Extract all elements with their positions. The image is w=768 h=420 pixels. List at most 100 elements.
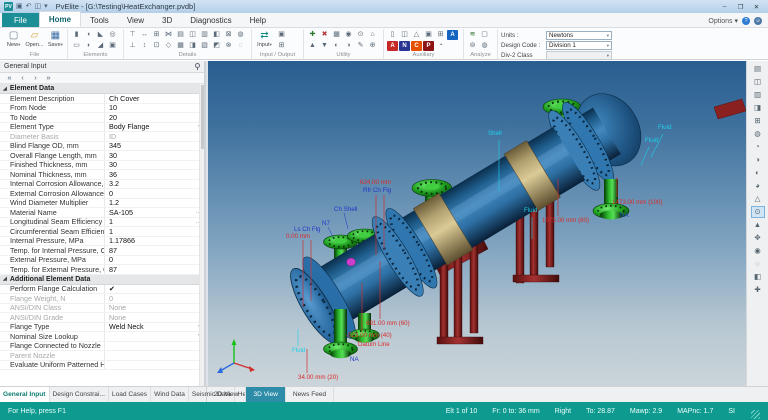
- delete-element-icon[interactable]: ✖: [319, 30, 330, 40]
- tab-tools[interactable]: Tools: [81, 13, 118, 27]
- property-row[interactable]: Parent Nozzle: [0, 351, 204, 361]
- liquid-detail-icon[interactable]: ⊗: [223, 41, 234, 51]
- lug-icon[interactable]: ▤: [175, 30, 186, 40]
- property-row[interactable]: Nominal Size Lookup ▾: [0, 332, 204, 342]
- insulation-detail-icon[interactable]: ◍: [235, 30, 246, 40]
- leg-icon[interactable]: ◫: [187, 30, 198, 40]
- stress-tool-icon[interactable]: △: [411, 30, 422, 40]
- zoom-utility-icon[interactable]: ◉: [343, 30, 354, 40]
- div2-class-select[interactable]: ▾: [546, 51, 612, 60]
- iso-view-icon[interactable]: ◔: [751, 141, 765, 153]
- tab-help[interactable]: Help: [241, 13, 275, 27]
- tab-load-cases[interactable]: Load Cases: [109, 387, 151, 402]
- property-row[interactable]: Material Name SA-105…: [0, 208, 204, 218]
- viewer-icon[interactable]: ◔: [435, 41, 446, 51]
- property-row[interactable]: Flange Weight, N 0: [0, 294, 204, 304]
- lining-icon[interactable]: ⊥: [127, 41, 138, 51]
- right-view-icon[interactable]: ◨: [751, 102, 765, 114]
- output-grid-icon[interactable]: ⊞: [276, 41, 287, 51]
- property-row[interactable]: To Node 20: [0, 113, 204, 123]
- analyze-run-icon[interactable]: ≋: [467, 30, 478, 40]
- nozzle-pro-icon[interactable]: N: [399, 41, 410, 51]
- box-element-icon[interactable]: ▭: [71, 41, 82, 51]
- tab-3d[interactable]: 3D: [153, 13, 181, 27]
- property-row[interactable]: Temp. for External Pressure, C 87: [0, 265, 204, 275]
- report-icon[interactable]: ▢: [479, 30, 490, 40]
- property-row[interactable]: Evaluate Uniform Patterned Holes?: [0, 361, 204, 371]
- move-up-icon[interactable]: ▲: [307, 41, 318, 51]
- rotate-left-icon[interactable]: ◐: [331, 41, 342, 51]
- property-row[interactable]: Internal Pressure, MPa 1.17866: [0, 237, 204, 247]
- property-row[interactable]: Element Type Body Flange▾: [0, 123, 204, 133]
- calculator-icon[interactable]: ◫: [399, 30, 410, 40]
- tray-icon[interactable]: ▥: [199, 30, 210, 40]
- datasheet-icon[interactable]: ▯: [387, 30, 398, 40]
- options-menu[interactable]: Options ▾: [708, 17, 738, 25]
- left-view-icon[interactable]: ▥: [751, 89, 765, 101]
- section-element-data[interactable]: ◢ Element Data: [0, 84, 204, 94]
- tailing-lug-icon[interactable]: ◨: [187, 41, 198, 51]
- panel-scrollbar[interactable]: [199, 84, 204, 387]
- tab-view[interactable]: View: [118, 13, 153, 27]
- autocad-export-icon[interactable]: A: [387, 41, 398, 51]
- cylinder-element-icon[interactable]: ▮: [71, 30, 82, 40]
- close-button[interactable]: ✕: [749, 1, 764, 12]
- rotate-view-icon[interactable]: ◐: [751, 167, 765, 179]
- design-code-select[interactable]: Division 1▾: [546, 41, 612, 50]
- tab-diagnostics[interactable]: Diagnostics: [181, 13, 240, 27]
- bottom-view-icon[interactable]: ◍: [751, 128, 765, 140]
- quick-undo-icon[interactable]: ↶: [26, 2, 32, 11]
- zoom-in-icon[interactable]: △: [751, 193, 765, 205]
- property-row[interactable]: ANSI/DIN Class None: [0, 304, 204, 314]
- property-row[interactable]: Flange Type Weld Neck▾: [0, 323, 204, 333]
- help-icon[interactable]: ?: [742, 17, 750, 25]
- error-check-icon[interactable]: ⊚: [467, 41, 478, 51]
- clip-icon[interactable]: ◇: [163, 41, 174, 51]
- flat-head-icon[interactable]: ▣: [107, 41, 118, 51]
- tab-home[interactable]: Home: [39, 11, 81, 27]
- platform-icon[interactable]: ⊞: [151, 30, 162, 40]
- spin-view-icon[interactable]: ◕: [751, 180, 765, 192]
- prev-element-icon[interactable]: ‹: [18, 73, 27, 83]
- quick-new-icon[interactable]: ▣: [16, 2, 23, 11]
- body-flange-element-icon[interactable]: ◎: [107, 30, 118, 40]
- property-row[interactable]: Longitudinal Seam Efficiency 1…: [0, 218, 204, 228]
- pan-view-icon[interactable]: ✥: [751, 232, 765, 244]
- property-row[interactable]: Circumferential Seam Efficiency 1: [0, 227, 204, 237]
- review-results-icon[interactable]: ◍: [479, 41, 490, 51]
- notes-icon[interactable]: ▣: [423, 30, 434, 40]
- zoom-fit-icon[interactable]: ⊙: [751, 206, 765, 218]
- home-view-icon[interactable]: ⌂: [367, 30, 378, 40]
- elliptical-head-icon[interactable]: ◖: [83, 30, 94, 40]
- stiffener-ring-icon[interactable]: ⊤: [127, 30, 138, 40]
- basering-icon[interactable]: ▦: [175, 41, 186, 51]
- force-icon[interactable]: ↕: [139, 41, 150, 51]
- tab-design-constraints[interactable]: Design Constrai...: [50, 387, 109, 402]
- codecalc-aux-icon[interactable]: C: [411, 41, 422, 51]
- tab-3d-view[interactable]: 3D View: [246, 387, 285, 402]
- tab-2d-view[interactable]: 2D View: [207, 387, 246, 402]
- conical-section-icon[interactable]: ◣: [95, 30, 106, 40]
- 3d-viewport[interactable]: 624.00 mm Rfr Ch Flg Ch Shell N7 Ls Ch F…: [208, 61, 746, 387]
- save-button[interactable]: ▦ Save▾: [47, 30, 64, 48]
- top-view-icon[interactable]: ⊞: [751, 115, 765, 127]
- property-row[interactable]: Blind Flange OD, mm 345: [0, 142, 204, 152]
- skirt-element-icon[interactable]: ◢: [95, 41, 106, 51]
- halfpipe-icon[interactable]: ▧: [199, 41, 210, 51]
- front-view-icon[interactable]: ▤: [751, 63, 765, 75]
- insert-element-icon[interactable]: ✚: [307, 30, 318, 40]
- property-row[interactable]: Temp. for Internal Pressure, C 87: [0, 246, 204, 256]
- input-button[interactable]: ⇄ Input▾: [255, 30, 274, 51]
- perspective-icon[interactable]: ◑: [751, 154, 765, 166]
- first-element-icon[interactable]: «: [5, 73, 14, 83]
- weight-detail-icon[interactable]: ⊠: [223, 30, 234, 40]
- packing-icon[interactable]: ◧: [211, 30, 222, 40]
- view-settings-icon[interactable]: ✚: [751, 284, 765, 296]
- property-row[interactable]: External Pressure, MPa 0: [0, 256, 204, 266]
- torispherical-head-icon[interactable]: ◗: [83, 41, 94, 51]
- account-icon[interactable]: ☺: [754, 17, 762, 25]
- misc-detail-icon[interactable]: ◌: [235, 41, 246, 51]
- property-row[interactable]: Overall Flange Length, mm 30: [0, 151, 204, 161]
- new-button[interactable]: ▢ New▾: [5, 30, 22, 48]
- pdf-export-icon[interactable]: P: [423, 41, 434, 51]
